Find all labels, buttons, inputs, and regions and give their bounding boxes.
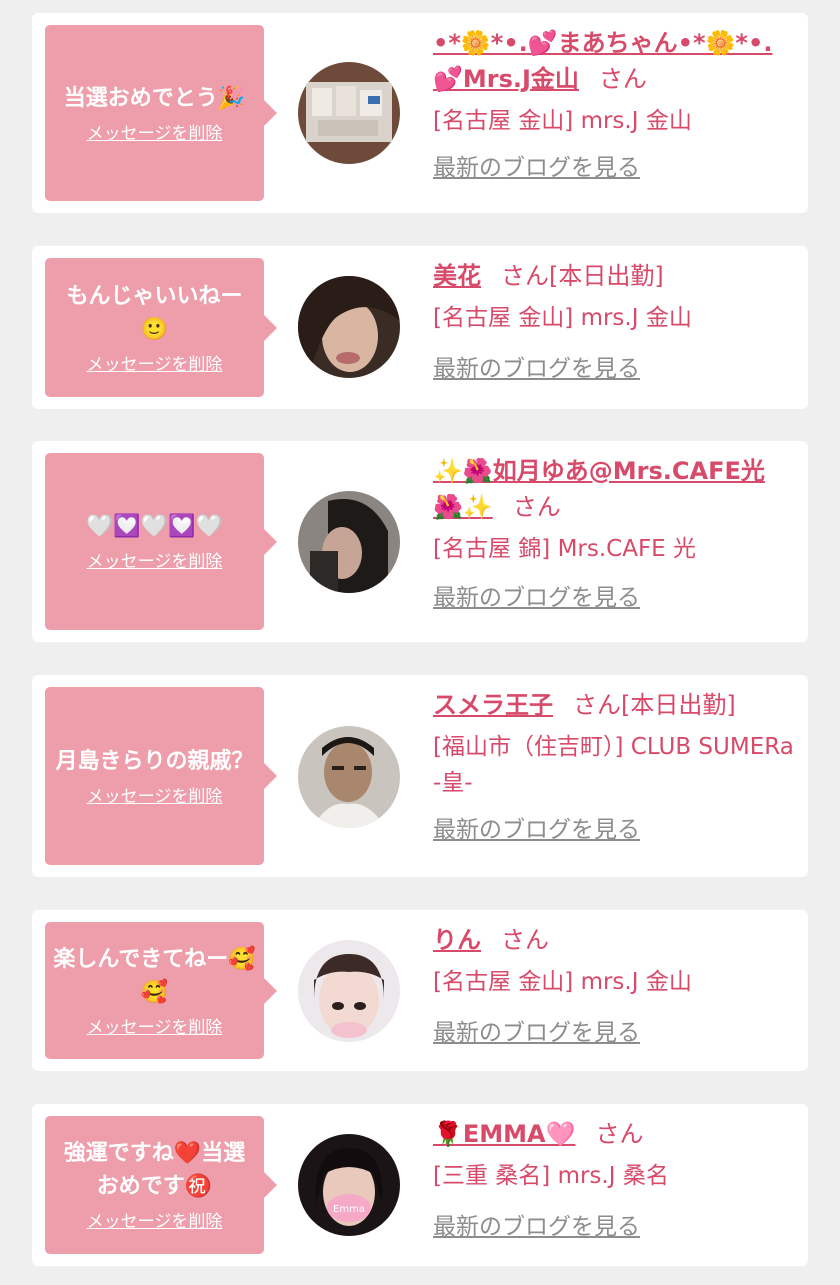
message-card: 🤍💟🤍💟🤍 メッセージを削除 ✨🌺如月ゆあ@Mrs.CAFE光🌺✨ さん [名古屋… — [32, 441, 808, 642]
message-list: 当選おめでとう🎉 メッセージを削除 •*🌼*•.💕まあちゃん•*🌼*•.💕Mrs… — [0, 0, 840, 1285]
name-line: スメラ王子 さん[本日出勤] — [433, 687, 794, 723]
latest-blog-link[interactable]: 最新のブログを見る — [433, 583, 640, 613]
san-suffix: さん — [512, 493, 561, 521]
san-suffix: さん — [573, 691, 621, 719]
avatar[interactable]: Emma — [298, 1134, 400, 1236]
message-card: 月島きらりの親戚？ メッセージを削除 スメラ王子 さん[本日出勤] [福山市（住吉… — [32, 675, 808, 877]
sender-name-link[interactable]: 🌹EMMA🩷 — [433, 1120, 576, 1148]
shop-info: [名古屋 錦] Mrs.CAFE 光 — [433, 536, 697, 562]
sender-info: ✨🌺如月ゆあ@Mrs.CAFE光🌺✨ さん [名古屋 錦] Mrs.CAFE 光 … — [433, 453, 794, 613]
name-line: ✨🌺如月ゆあ@Mrs.CAFE光🌺✨ さん — [433, 453, 794, 525]
message-text: 当選おめでとう🎉 — [63, 85, 246, 111]
san-suffix: さん — [501, 926, 549, 954]
message-text: 強運ですね❤️当選おめです㊗️ — [63, 1141, 246, 1199]
sender-name-link[interactable]: スメラ王子 — [433, 691, 553, 719]
avatar[interactable] — [298, 62, 400, 164]
sender-name-link[interactable]: りん — [433, 926, 481, 954]
latest-blog-link[interactable]: 最新のブログを見る — [433, 354, 640, 384]
delete-message-button[interactable]: メッセージを削除 — [87, 354, 223, 376]
message-bubble: 当選おめでとう🎉 メッセージを削除 — [45, 25, 277, 201]
sender-name-link[interactable]: ✨🌺如月ゆあ@Mrs.CAFE光🌺✨ — [433, 457, 765, 521]
name-line: 美花 さん[本日出勤] — [433, 258, 794, 294]
san-suffix: さん — [501, 262, 549, 290]
name-line: •*🌼*•.💕まあちゃん•*🌼*•.💕Mrs.J金山 さん — [433, 25, 794, 97]
message-bubble: もんじゃいいねー🙂 メッセージを削除 — [45, 258, 277, 397]
message-bubble: 楽しんできてねー🥰🥰 メッセージを削除 — [45, 922, 277, 1059]
sender-info: •*🌼*•.💕まあちゃん•*🌼*•.💕Mrs.J金山 さん [名古屋 金山] mr… — [433, 25, 794, 183]
delete-message-button[interactable]: メッセージを削除 — [87, 1017, 223, 1039]
message-text: もんじゃいいねー🙂 — [66, 283, 243, 342]
delete-message-button[interactable]: メッセージを削除 — [87, 551, 223, 573]
message-card: もんじゃいいねー🙂 メッセージを削除 美花 さん[本日出勤] [名古屋 金山] m… — [32, 246, 808, 409]
latest-blog-link[interactable]: 最新のブログを見る — [433, 153, 640, 183]
message-card: 楽しんできてねー🥰🥰 メッセージを削除 りん さん [名古屋 金山] mrs.J … — [32, 910, 808, 1071]
message-bubble: 月島きらりの親戚？ メッセージを削除 — [45, 687, 277, 865]
shop-info: [名古屋 金山] mrs.J 金山 — [433, 108, 692, 134]
sender-info: りん さん [名古屋 金山] mrs.J 金山 最新のブログを見る — [433, 922, 794, 1048]
message-text: 月島きらりの親戚？ — [55, 748, 254, 774]
sender-info: スメラ王子 さん[本日出勤] [福山市（住吉町）] CLUB SUMERa -皇-… — [433, 687, 794, 845]
latest-blog-link[interactable]: 最新のブログを見る — [433, 815, 640, 845]
delete-message-button[interactable]: メッセージを削除 — [87, 786, 223, 808]
name-line: りん さん — [433, 922, 794, 958]
svg-text:Emma: Emma — [333, 1204, 365, 1215]
message-bubble: 🤍💟🤍💟🤍 メッセージを削除 — [45, 453, 277, 630]
sender-name-link[interactable]: 美花 — [433, 262, 481, 290]
delete-message-button[interactable]: メッセージを削除 — [87, 123, 223, 145]
shop-info: [名古屋 金山] mrs.J 金山 — [433, 969, 692, 995]
shop-info: [三重 桑名] mrs.J 桑名 — [433, 1163, 669, 1189]
sender-info: 美花 さん[本日出勤] [名古屋 金山] mrs.J 金山 最新のブログを見る — [433, 258, 794, 384]
san-suffix: さん — [598, 65, 647, 93]
message-bubble: 強運ですね❤️当選おめです㊗️ メッセージを削除 — [45, 1116, 277, 1254]
san-suffix: さん — [595, 1120, 644, 1148]
on-duty-tag: [本日出勤] — [621, 691, 736, 719]
shop-info: [名古屋 金山] mrs.J 金山 — [433, 305, 692, 331]
message-text: 🤍💟🤍💟🤍 — [86, 514, 223, 539]
latest-blog-link[interactable]: 最新のブログを見る — [433, 1212, 640, 1242]
message-card: 当選おめでとう🎉 メッセージを削除 •*🌼*•.💕まあちゃん•*🌼*•.💕Mrs… — [32, 13, 808, 213]
delete-message-button[interactable]: メッセージを削除 — [87, 1211, 223, 1233]
on-duty-tag: [本日出勤] — [549, 262, 664, 290]
message-text: 楽しんできてねー🥰🥰 — [53, 946, 256, 1005]
avatar[interactable] — [298, 491, 400, 593]
avatar[interactable] — [298, 276, 400, 378]
latest-blog-link[interactable]: 最新のブログを見る — [433, 1018, 640, 1048]
name-line: 🌹EMMA🩷 さん — [433, 1116, 794, 1152]
avatar[interactable] — [298, 940, 400, 1042]
avatar[interactable] — [298, 726, 400, 828]
message-card: 強運ですね❤️当選おめです㊗️ メッセージを削除 Emma 🌹EMMA🩷 さん [… — [32, 1104, 808, 1266]
sender-info: 🌹EMMA🩷 さん [三重 桑名] mrs.J 桑名 最新のブログを見る — [433, 1116, 794, 1242]
shop-info: [福山市（住吉町）] CLUB SUMERa -皇- — [433, 734, 794, 796]
